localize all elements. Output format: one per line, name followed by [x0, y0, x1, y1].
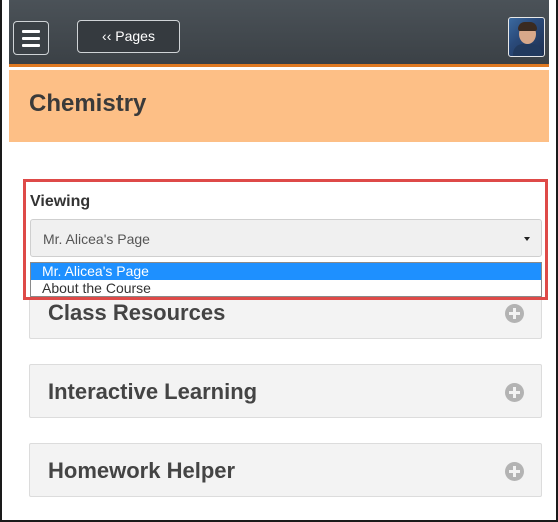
- avatar-hair: [518, 22, 537, 31]
- viewing-options-list: Mr. Alicea's Page About the Course: [30, 262, 542, 297]
- pages-back-button[interactable]: ‹‹ Pages: [77, 20, 180, 53]
- course-title-band: Chemistry: [9, 70, 549, 142]
- expand-plus-icon[interactable]: [505, 462, 524, 481]
- chevron-down-icon: [524, 237, 530, 241]
- section-label: Class Resources: [48, 300, 226, 325]
- course-title: Chemistry: [29, 90, 147, 117]
- section-homework-helper[interactable]: Homework Helper: [29, 443, 542, 497]
- avatar-shirt: [513, 44, 542, 56]
- viewing-option-mr-alicea[interactable]: Mr. Alicea's Page: [31, 263, 541, 280]
- section-label: Homework Helper: [48, 458, 236, 483]
- viewing-select[interactable]: Mr. Alicea's Page: [30, 219, 542, 257]
- viewing-selector-highlight: Viewing Mr. Alicea's Page Mr. Alicea's P…: [23, 179, 548, 300]
- section-interactive-learning[interactable]: Interactive Learning: [29, 364, 542, 418]
- section-label: Interactive Learning: [48, 379, 258, 404]
- top-navigation-bar: ‹‹ Pages: [9, 0, 549, 67]
- viewing-label: Viewing: [30, 193, 91, 210]
- hamburger-menu-button[interactable]: [13, 21, 49, 55]
- expand-plus-icon[interactable]: [505, 304, 524, 323]
- viewing-option-about-course[interactable]: About the Course: [31, 280, 541, 297]
- user-avatar[interactable]: [508, 17, 545, 57]
- viewing-select-value: Mr. Alicea's Page: [43, 231, 150, 247]
- menu-icon-line: [22, 37, 40, 40]
- expand-plus-icon[interactable]: [505, 383, 524, 402]
- menu-icon-line: [22, 44, 40, 47]
- menu-icon-line: [22, 30, 40, 33]
